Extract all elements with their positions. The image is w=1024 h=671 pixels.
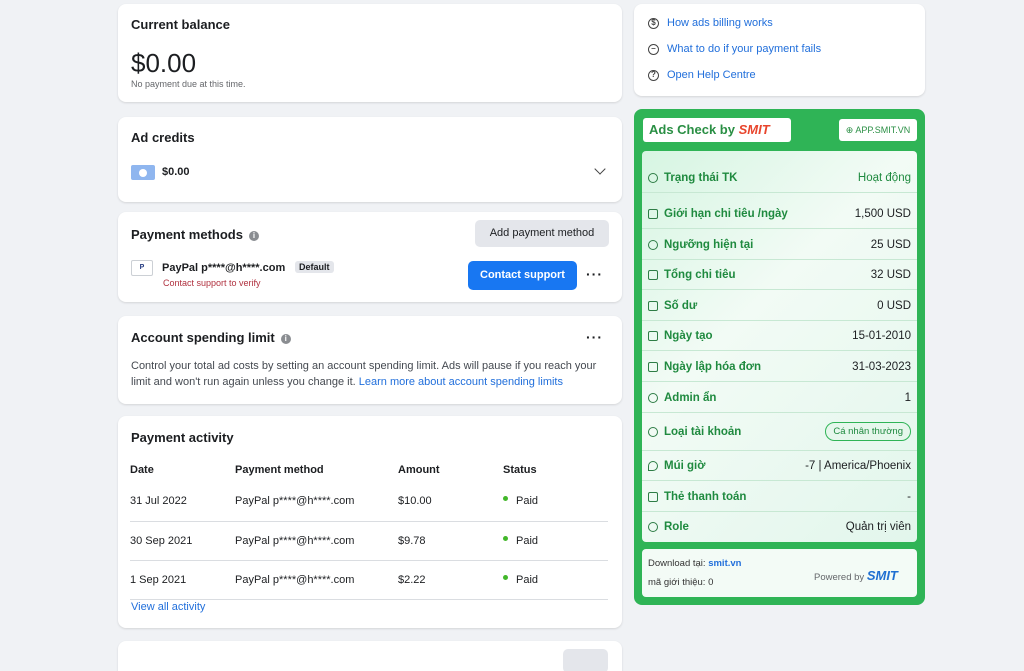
- view-all-activity-link[interactable]: View all activity: [131, 601, 205, 613]
- question-icon: ?: [648, 69, 659, 81]
- ad-credits-amount: $0.00: [162, 166, 190, 178]
- status-header: Status: [503, 464, 537, 476]
- help-link-payment-fails[interactable]: – What to do if your payment fails: [648, 43, 821, 55]
- row-method: PayPal p****@h****.com: [235, 560, 398, 600]
- current-balance-card: Current balance $0.00 No payment due at …: [118, 4, 622, 102]
- status-dot-icon: [503, 496, 508, 502]
- smit-row-total-spend: Tổng chi tiêu 32 USD: [642, 260, 917, 290]
- smit-row-billing-date: Ngày lập hóa đơn 31-03-2023: [642, 352, 917, 382]
- payment-methods-card: Payment methods i Add payment method P Pa…: [118, 212, 622, 302]
- date-header: Date: [130, 464, 154, 476]
- verify-note: Contact support to verify: [163, 278, 261, 288]
- smit-row-role: Role Quản trị viên: [642, 512, 917, 542]
- row-status: Paid: [503, 482, 608, 522]
- smit-row-payment-card: Thẻ thanh toán -: [642, 482, 917, 512]
- account-type-icon: [648, 426, 658, 437]
- spending-limit-card: Account spending limit i ··· Control your…: [118, 316, 622, 404]
- info-icon[interactable]: i: [248, 230, 259, 241]
- row-amount: $10.00: [398, 482, 503, 522]
- ad-credits-title: Ad credits: [131, 130, 195, 145]
- help-link-billing[interactable]: $ How ads billing works: [648, 17, 773, 29]
- threshold-icon: [648, 239, 658, 250]
- paypal-icon: P: [131, 260, 153, 276]
- card-icon: [648, 491, 658, 502]
- smit-row-daily-limit: Giới hạn chi tiêu /ngày 1,500 USD: [642, 199, 917, 229]
- payment-activity-card: Payment activity Date Payment method Amo…: [118, 416, 622, 628]
- row-method: PayPal p****@h****.com: [235, 482, 398, 522]
- smit-row-balance: Số dư 0 USD: [642, 291, 917, 321]
- smit-row-status: Trạng thái TK Hoạt động: [642, 163, 917, 193]
- add-payment-method-button[interactable]: Add payment method: [475, 220, 609, 247]
- help-links-card: $ How ads billing works – What to do if yo…: [634, 4, 925, 96]
- smit-info-list: Trạng thái TK Hoạt động Giới hạn chi tiêu…: [642, 151, 917, 542]
- calendar-icon: [648, 361, 658, 372]
- smit-header: Ads Check by SMIT: [643, 118, 791, 142]
- powered-by: Powered by SMIT: [814, 568, 898, 583]
- download-line: Download tại: smit.vn: [648, 558, 742, 569]
- smit-row-account-type: Loại tài khoản Cá nhân thường: [642, 413, 917, 451]
- table-header: Date Payment method Amount Status: [130, 458, 608, 482]
- billing-icon: $: [648, 17, 659, 29]
- help-link-help-centre[interactable]: ? Open Help Centre: [648, 69, 756, 81]
- table-row[interactable]: 30 Sep 2021 PayPal p****@h****.com $9.78…: [130, 521, 608, 561]
- row-date: 30 Sep 2021: [130, 521, 235, 561]
- smit-row-timezone: Múi giờ -7 | America/Phoenix: [642, 451, 917, 481]
- row-date: 1 Sep 2021: [130, 560, 235, 600]
- row-status: Paid: [503, 521, 608, 561]
- smit-row-created: Ngày tạo 15-01-2010: [642, 321, 917, 351]
- globe-icon: ⊕: [845, 125, 854, 135]
- spending-limit-title: Account spending limit i: [131, 330, 291, 345]
- location-icon: [648, 460, 658, 471]
- row-status: Paid: [503, 560, 608, 600]
- table-row[interactable]: 31 Jul 2022 PayPal p****@h****.com $10.0…: [130, 482, 608, 522]
- role-icon: [648, 522, 658, 532]
- payment-activity-table: Date Payment method Amount Status 31 Jul…: [130, 458, 608, 600]
- smit-logo: SMIT: [738, 122, 770, 137]
- amount-header: Amount: [398, 464, 440, 476]
- row-amount: $9.78: [398, 521, 503, 561]
- next-section-card: [118, 641, 622, 671]
- row-amount: $2.22: [398, 560, 503, 600]
- referral-code: mã giới thiệu: 0: [648, 577, 714, 588]
- chevron-down-icon[interactable]: [594, 163, 606, 175]
- ad-credits-card: Ad credits $0.00: [118, 117, 622, 202]
- list-icon: [648, 208, 658, 219]
- minus-circle-icon: –: [648, 43, 659, 55]
- money-icon: [648, 300, 658, 311]
- method-header: Payment method: [235, 464, 324, 476]
- spending-limit-description: Control your total ad costs by setting a…: [131, 360, 597, 388]
- table-row[interactable]: 1 Sep 2021 PayPal p****@h****.com $2.22 …: [130, 560, 608, 600]
- account-type-badge: Cá nhân thường: [825, 422, 911, 441]
- spend-icon: [648, 269, 658, 280]
- default-badge: Default: [295, 261, 334, 273]
- contact-support-button[interactable]: Contact support: [468, 261, 577, 290]
- payment-method-name: PayPal p****@h****.com: [162, 262, 286, 274]
- smit-ads-check-panel: Ads Check by SMIT ⊕ APP.SMIT.VN Trạng th…: [634, 109, 925, 605]
- row-date: 31 Jul 2022: [130, 482, 235, 522]
- user-icon: [648, 172, 658, 183]
- download-link[interactable]: smit.vn: [708, 558, 741, 569]
- payment-activity-title: Payment activity: [131, 430, 234, 445]
- payment-methods-title: Payment methods i: [131, 227, 259, 242]
- hidden-admin-icon: [648, 392, 658, 403]
- status-dot-icon: [503, 535, 508, 541]
- smit-row-hidden-admin: Admin ẩn 1: [642, 383, 917, 413]
- more-options-icon[interactable]: ···: [586, 329, 603, 345]
- next-section-button[interactable]: [563, 649, 608, 671]
- smit-row-threshold: Ngưỡng hiện tại 25 USD: [642, 230, 917, 260]
- row-method: PayPal p****@h****.com: [235, 521, 398, 561]
- info-icon[interactable]: i: [280, 333, 291, 344]
- more-options-icon[interactable]: ···: [586, 266, 603, 282]
- smit-footer: Download tại: smit.vn mã giới thiệu: 0 P…: [642, 549, 917, 597]
- smit-site-button[interactable]: ⊕ APP.SMIT.VN: [839, 119, 917, 141]
- learn-more-link[interactable]: Learn more about account spending limits: [359, 376, 563, 388]
- calendar-icon: [648, 330, 658, 341]
- status-dot-icon: [503, 574, 508, 580]
- credit-icon: [131, 165, 155, 180]
- current-balance-title: Current balance: [131, 17, 230, 32]
- smit-logo: SMIT: [866, 568, 898, 583]
- current-balance-note: No payment due at this time.: [131, 79, 246, 89]
- current-balance-amount: $0.00: [131, 48, 197, 78]
